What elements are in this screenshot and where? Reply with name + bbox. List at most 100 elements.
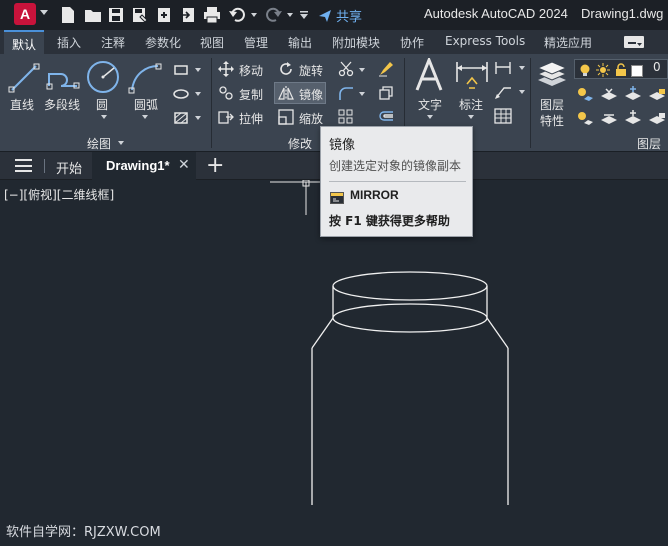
save-icon[interactable] (108, 6, 124, 24)
line-tool-label[interactable]: 直线 (10, 96, 34, 113)
tab-collaborate[interactable]: 协作 (400, 34, 424, 51)
jar-lid-bottom (332, 303, 488, 333)
redo-dropdown-icon[interactable] (287, 13, 293, 17)
share-button[interactable]: 共享 (318, 6, 362, 25)
start-tab[interactable]: 开始 (56, 158, 82, 177)
tab-insert[interactable]: 插入 (57, 34, 81, 51)
drawing1-tab-label[interactable]: Drawing1* (106, 158, 170, 173)
rectangle-tool-icon[interactable] (173, 62, 189, 81)
layers-panel-title[interactable]: 图层 (637, 135, 661, 152)
dimension-dropdown-icon[interactable] (468, 115, 474, 119)
open-from-web-icon[interactable] (156, 6, 172, 24)
mirror-icon[interactable] (278, 85, 294, 105)
copy-label[interactable]: 复制 (239, 86, 263, 103)
layer-thaw-sun-icon (596, 62, 610, 81)
undo-dropdown-icon[interactable] (251, 13, 257, 17)
layer-lock-icon[interactable] (648, 86, 666, 106)
text-tool-icon[interactable] (414, 55, 444, 96)
tab-manage[interactable]: 管理 (244, 34, 268, 51)
watermark-text: 软件自学网：RJZXW.COM (6, 525, 161, 540)
linear-dimension-icon[interactable] (494, 60, 512, 80)
dimension-tool-label[interactable]: 标注 (459, 96, 483, 113)
arc-dropdown-icon[interactable] (142, 115, 148, 119)
redo-icon[interactable] (264, 6, 282, 24)
linear-dimension-dropdown-icon[interactable] (519, 66, 525, 70)
scale-icon[interactable] (278, 109, 294, 129)
new-file-icon[interactable] (61, 6, 75, 24)
title-bar: A 共享 Autodesk AutoCAD 2024 Drawing1.dwg (0, 0, 668, 30)
layer-off-icon[interactable] (576, 86, 594, 106)
text-dropdown-icon[interactable] (427, 115, 433, 119)
application-menu-arrow-icon[interactable] (40, 10, 48, 15)
circle-tool-icon[interactable] (86, 60, 120, 98)
hatch-dropdown-icon[interactable] (195, 116, 201, 120)
tab-express-tools[interactable]: Express Tools (445, 34, 525, 48)
ribbon-display-toggle[interactable] (624, 36, 644, 48)
polyline-tool-icon[interactable] (46, 62, 80, 98)
stretch-label[interactable]: 拉伸 (239, 110, 263, 127)
move-label[interactable]: 移动 (239, 62, 263, 79)
leader-icon[interactable] (494, 84, 512, 104)
draw-panel-title[interactable]: 绘图 (87, 135, 111, 152)
layer-make-current-icon[interactable] (576, 110, 594, 130)
layer-match-icon[interactable] (600, 110, 618, 130)
undo-icon[interactable] (229, 6, 247, 24)
arc-tool-label[interactable]: 圆弧 (134, 96, 158, 113)
import-icon[interactable] (180, 6, 196, 24)
layer-on-bulb-icon (578, 62, 592, 81)
stretch-icon[interactable] (218, 109, 234, 129)
erase-icon[interactable] (378, 61, 394, 81)
mirror-label[interactable]: 镜像 (299, 86, 323, 103)
table-icon[interactable] (494, 108, 512, 128)
circle-dropdown-icon[interactable] (101, 115, 107, 119)
ellipse-tool-icon[interactable] (173, 86, 189, 105)
layer-properties-label-line1[interactable]: 图层 (540, 96, 564, 113)
fillet-dropdown-icon[interactable] (359, 92, 365, 96)
circle-tool-label[interactable]: 圆 (96, 96, 108, 113)
text-tool-label[interactable]: 文字 (418, 96, 442, 113)
draw-panel-expand-icon[interactable] (118, 141, 124, 145)
tab-output[interactable]: 输出 (288, 34, 312, 51)
layer-properties-icon[interactable] (536, 58, 570, 96)
layer-freeze-icon[interactable] (624, 86, 642, 106)
hatch-tool-icon[interactable] (173, 110, 189, 129)
tab-addins[interactable]: 附加模块 (332, 34, 380, 51)
layer-isolate-icon[interactable] (600, 86, 618, 106)
scale-label[interactable]: 缩放 (299, 110, 323, 127)
rotate-icon[interactable] (278, 61, 294, 81)
current-layer-name: 0 (653, 60, 661, 74)
ellipse-dropdown-icon[interactable] (195, 92, 201, 96)
autocad-logo-icon[interactable]: A (14, 3, 36, 25)
polyline-tool-label[interactable]: 多段线 (44, 96, 80, 113)
tab-default[interactable]: 默认 (4, 30, 45, 54)
logo-letter: A (19, 6, 31, 22)
layer-properties-label-line2[interactable]: 特性 (540, 112, 564, 129)
tab-view[interactable]: 视图 (200, 34, 224, 51)
tab-featured-apps[interactable]: 精选应用 (544, 34, 592, 51)
copy-icon[interactable] (218, 85, 234, 105)
trim-dropdown-icon[interactable] (359, 68, 365, 72)
dimension-tool-icon[interactable] (455, 60, 489, 96)
leader-dropdown-icon[interactable] (519, 90, 525, 94)
plot-printer-icon[interactable] (203, 6, 221, 24)
open-folder-icon[interactable] (84, 6, 102, 24)
customize-toolbar-icon[interactable] (299, 10, 309, 28)
save-as-icon[interactable] (132, 6, 148, 24)
rectangle-dropdown-icon[interactable] (195, 68, 201, 72)
trim-icon[interactable] (338, 61, 354, 81)
rotate-label[interactable]: 旋转 (299, 62, 323, 79)
explode-icon[interactable] (378, 85, 394, 105)
line-tool-icon[interactable] (8, 62, 40, 98)
fillet-icon[interactable] (338, 85, 354, 105)
tab-annotate[interactable]: 注释 (101, 34, 125, 51)
file-tabs-menu-icon[interactable] (15, 159, 32, 172)
tab-parametric[interactable]: 参数化 (145, 34, 181, 51)
modify-panel-title[interactable]: 修改 (288, 135, 312, 152)
layer-unlock-all-icon[interactable] (648, 110, 666, 130)
close-tab-icon[interactable]: ✕ (178, 157, 190, 173)
arc-tool-icon[interactable] (128, 62, 162, 98)
tooltip-title: 镜像 (329, 138, 356, 153)
new-tab-plus-icon[interactable]: + (206, 153, 224, 178)
layer-previous-icon[interactable] (624, 110, 642, 130)
move-icon[interactable] (218, 61, 234, 81)
